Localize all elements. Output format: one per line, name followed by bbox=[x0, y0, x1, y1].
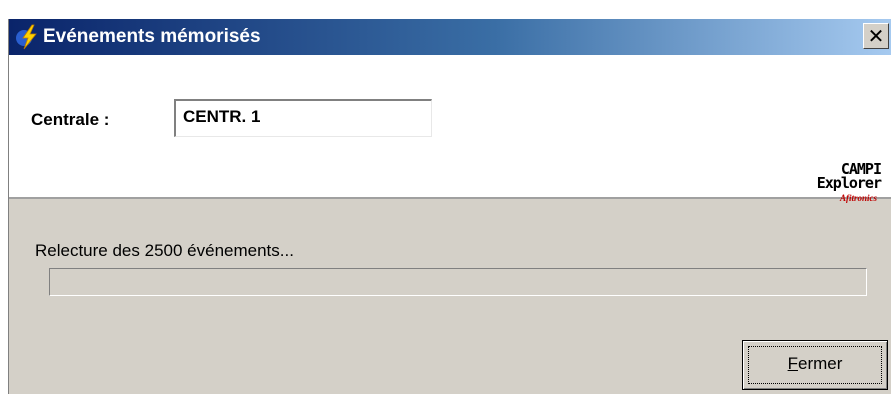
close-icon: ✕ bbox=[867, 24, 885, 48]
fermer-label-rest: ermer bbox=[797, 354, 843, 373]
centrale-field[interactable]: CENTR. 1 bbox=[174, 99, 432, 137]
progress-bar bbox=[49, 268, 867, 296]
title-bar[interactable]: Evénements mémorisés ✕ bbox=[9, 19, 891, 55]
header-panel: Centrale : CENTR. 1 CAMPI Explorer Afitr… bbox=[9, 55, 891, 203]
centrale-label: Centrale : bbox=[31, 110, 110, 129]
close-button[interactable]: ✕ bbox=[863, 23, 889, 49]
fermer-button[interactable]: Fermer bbox=[742, 340, 888, 390]
fermer-button-label: Fermer bbox=[743, 354, 887, 374]
status-message: Relecture des 2500 événements... bbox=[35, 241, 294, 260]
logo-line-2: Explorer bbox=[816, 174, 882, 192]
lightning-icon bbox=[16, 24, 37, 50]
campi-explorer-logo: CAMPI Explorer Afitronics bbox=[787, 160, 887, 220]
window-title: Evénements mémorisés bbox=[43, 26, 261, 47]
fermer-accelerator: F bbox=[787, 354, 798, 373]
dialog-window: Evénements mémorisés ✕ Centrale : CENTR.… bbox=[8, 19, 891, 394]
logo-line-3: Afitronics bbox=[839, 193, 877, 203]
